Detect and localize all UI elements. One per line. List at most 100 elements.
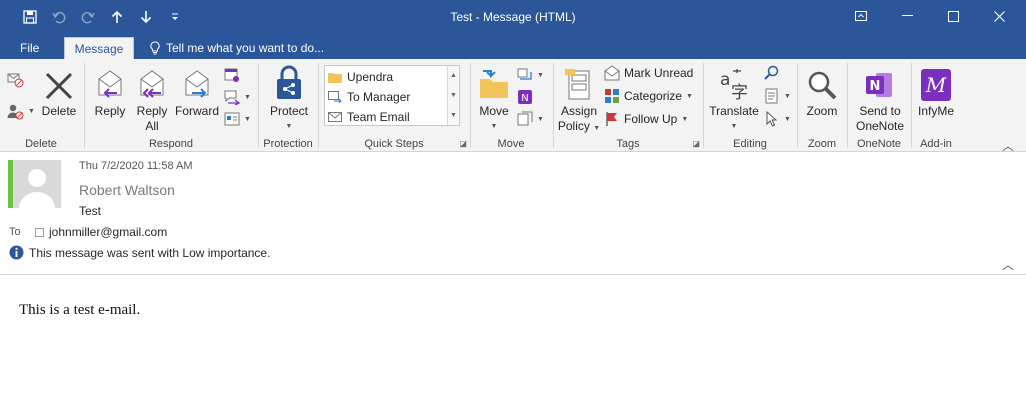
svg-text:N: N bbox=[521, 93, 528, 104]
quick-step-upendra[interactable]: Upendra bbox=[328, 67, 393, 86]
reply-icon bbox=[98, 70, 122, 98]
assign-policy-icon bbox=[565, 69, 590, 100]
forward-button[interactable]: Forward bbox=[174, 63, 220, 119]
addin-group-label: Add-in bbox=[920, 138, 952, 150]
reply-button[interactable]: Reply bbox=[90, 63, 130, 119]
reply-all-label-1: Reply bbox=[136, 104, 168, 118]
protect-button[interactable]: Protect ▼ bbox=[265, 63, 313, 134]
related-button[interactable]: ▼ bbox=[764, 86, 791, 106]
actions-button[interactable]: ▼ bbox=[517, 109, 544, 129]
svg-text:N: N bbox=[870, 79, 881, 94]
editing-group: a字 Translate ▼ ▼ ▼ Editing bbox=[704, 59, 796, 152]
protect-lock-icon bbox=[277, 65, 301, 99]
svg-text:a: a bbox=[720, 70, 730, 90]
collapse-ribbon-icon[interactable]: ︿ bbox=[1002, 137, 1014, 154]
avatar bbox=[8, 160, 61, 208]
header-divider bbox=[0, 274, 1026, 275]
delete-button[interactable]: Delete bbox=[40, 63, 78, 119]
zoom-button[interactable]: Zoom bbox=[802, 63, 842, 119]
quick-steps-scroll[interactable]: ▲ ▼ ▼ bbox=[447, 66, 459, 125]
scroll-down-icon[interactable]: ▼ bbox=[448, 86, 459, 106]
gallery-more-icon[interactable]: ▼ bbox=[448, 106, 459, 125]
maximize-icon[interactable] bbox=[930, 0, 976, 32]
zoom-magnifier-icon bbox=[808, 71, 837, 100]
forward-mail-icon bbox=[328, 90, 342, 103]
categorize-button[interactable]: Categorize ▼ bbox=[604, 86, 693, 106]
svg-text:字: 字 bbox=[731, 83, 748, 101]
addin-group: M InfyMe Add-in bbox=[912, 59, 960, 152]
find-button[interactable] bbox=[764, 63, 780, 83]
more-respond-icon bbox=[224, 112, 240, 126]
message-subject: Test bbox=[79, 204, 102, 218]
junk-user-icon bbox=[7, 104, 24, 120]
im-icon bbox=[224, 90, 240, 105]
meeting-icon bbox=[224, 68, 239, 82]
collapse-header-icon[interactable]: ︿ bbox=[1002, 256, 1014, 273]
assign-policy-button[interactable]: Assign Policy ▼ bbox=[556, 63, 602, 136]
move-folder-icon bbox=[480, 70, 508, 98]
ribbon-display-options-icon[interactable] bbox=[838, 0, 884, 32]
onenote-small-icon: N bbox=[518, 90, 532, 104]
scroll-up-icon[interactable]: ▲ bbox=[448, 66, 459, 86]
rules-button[interactable]: ▼ bbox=[517, 65, 544, 85]
quick-step-to-manager[interactable]: To Manager bbox=[328, 87, 410, 106]
zoom-label: Zoom bbox=[806, 104, 838, 118]
assign-policy-label-2: Policy bbox=[557, 119, 590, 133]
quick-steps-group-label: Quick Steps bbox=[364, 138, 424, 150]
sender-name[interactable]: Robert Waltson bbox=[79, 182, 175, 198]
recipient-presence-icon bbox=[35, 227, 44, 237]
quick-step-team-email[interactable]: Team Email bbox=[328, 107, 410, 126]
meeting-reply-button[interactable] bbox=[224, 65, 240, 85]
move-label: Move bbox=[479, 104, 509, 118]
im-reply-button[interactable]: ▼ bbox=[224, 87, 251, 107]
to-label: To bbox=[9, 226, 21, 238]
forward-label: Forward bbox=[174, 104, 219, 118]
info-icon bbox=[9, 245, 24, 260]
tags-launcher-icon[interactable]: ◪ bbox=[692, 139, 700, 148]
onenote-group-label: OneNote bbox=[856, 138, 902, 150]
tab-file[interactable]: File bbox=[8, 37, 51, 59]
junk-button[interactable]: ▼ bbox=[6, 101, 35, 121]
rules-icon bbox=[517, 68, 532, 80]
follow-up-button[interactable]: Follow Up ▼ bbox=[604, 109, 688, 129]
delete-label: Delete bbox=[41, 104, 77, 118]
infyme-button[interactable]: M InfyMe bbox=[914, 63, 958, 119]
recipient[interactable]: johnmiller@gmail.com bbox=[35, 225, 167, 239]
importance-infobar: This message was sent with Low importanc… bbox=[9, 245, 270, 260]
reply-all-label-2: All bbox=[145, 119, 159, 133]
quick-steps-launcher-icon[interactable]: ◪ bbox=[459, 139, 467, 148]
ribbon: ▼ Delete Delete Reply Reply All Forward … bbox=[0, 59, 1026, 152]
forward-icon bbox=[185, 70, 209, 98]
delete-x-icon bbox=[45, 72, 73, 100]
tell-me-search[interactable]: Tell me what you want to do... bbox=[150, 37, 324, 59]
svg-text:M: M bbox=[925, 73, 947, 97]
onenote-move-button[interactable]: N bbox=[517, 87, 533, 107]
zoom-group: Zoom Zoom bbox=[798, 59, 846, 152]
translate-button[interactable]: a字 Translate ▼ bbox=[706, 63, 762, 134]
translate-label: Translate bbox=[709, 104, 759, 118]
send-to-onenote-button[interactable]: N Send to OneNote bbox=[850, 63, 910, 134]
follow-up-label: Follow Up bbox=[624, 112, 678, 126]
categorize-icon bbox=[605, 89, 619, 103]
select-button[interactable]: ▼ bbox=[764, 109, 791, 129]
reply-all-button[interactable]: Reply All bbox=[132, 63, 172, 134]
move-button[interactable]: Move ▼ bbox=[473, 63, 515, 134]
tell-me-label: Tell me what you want to do... bbox=[166, 41, 325, 55]
actions-icon bbox=[517, 111, 533, 126]
folder-icon bbox=[328, 72, 342, 83]
categorize-label: Categorize bbox=[624, 89, 683, 103]
minimize-icon[interactable] bbox=[884, 0, 930, 32]
more-respond-button[interactable]: ▼ bbox=[224, 109, 251, 129]
respond-group-label: Respond bbox=[148, 138, 194, 150]
mark-unread-button[interactable]: Mark Unread bbox=[604, 63, 693, 83]
find-icon bbox=[764, 65, 779, 80]
ignore-button[interactable] bbox=[6, 69, 24, 89]
tags-group: Assign Policy ▼ Mark Unread Categorize ▼… bbox=[554, 59, 702, 152]
tab-message[interactable]: Message bbox=[64, 37, 134, 59]
send-to-onenote-label-2: OneNote bbox=[855, 119, 905, 133]
onenote-group: N Send to OneNote OneNote bbox=[848, 59, 910, 152]
move-group: Move ▼ ▼ N ▼ Move bbox=[471, 59, 551, 152]
onenote-icon: N bbox=[866, 73, 892, 97]
close-icon[interactable] bbox=[976, 0, 1022, 32]
quick-step-label: Team Email bbox=[347, 109, 410, 124]
